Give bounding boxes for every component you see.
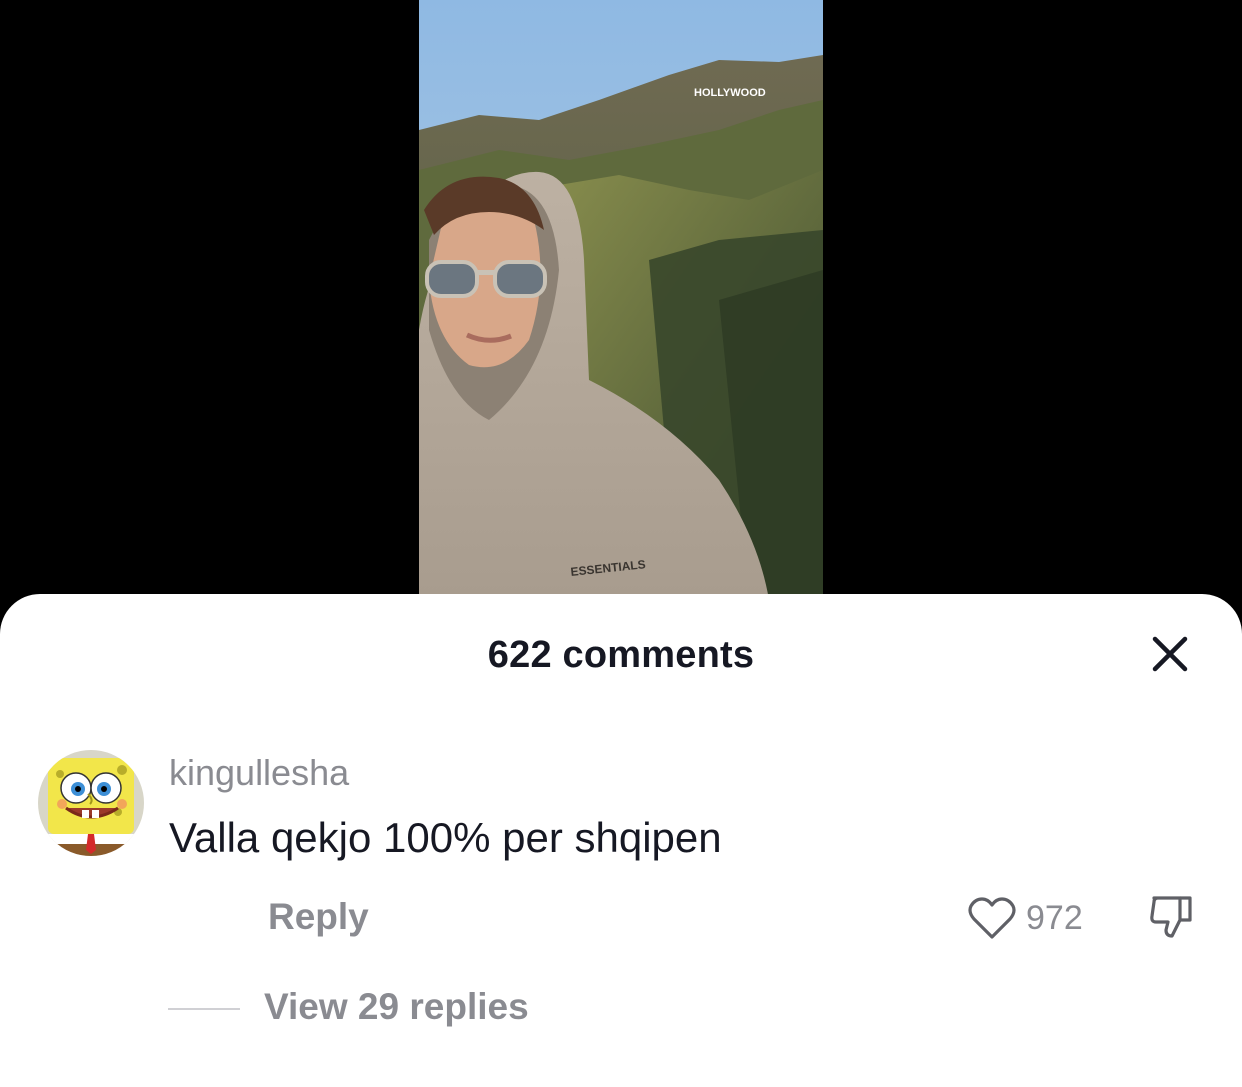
reply-button[interactable]: Reply — [268, 896, 369, 938]
comments-header: 622 comments — [0, 594, 1242, 716]
comments-count-title: 622 comments — [487, 634, 755, 676]
dislike-button[interactable] — [1146, 892, 1196, 942]
replies-divider — [168, 1008, 240, 1010]
close-button[interactable] — [1140, 630, 1200, 678]
video-frame[interactable]: HOLLYWOOD ESSENTIALS — [419, 0, 823, 600]
video-thumbnail: HOLLYWOOD ESSENTIALS — [419, 0, 823, 600]
video-player[interactable]: HOLLYWOOD ESSENTIALS — [0, 0, 1242, 600]
close-icon — [1152, 636, 1188, 672]
comment-item: kingullesha Valla qekjo 100% per shqipen… — [0, 744, 1242, 1044]
comments-sheet: 622 comments kingullesha Valla qekjo 100… — [0, 594, 1242, 1087]
heart-icon — [968, 897, 1016, 939]
avatar[interactable] — [38, 750, 144, 856]
like-count: 972 — [1026, 898, 1083, 937]
thumbs-down-icon — [1150, 896, 1192, 938]
view-replies-button[interactable]: View 29 replies — [264, 986, 529, 1028]
comment-text: Valla qekjo 100% per shqipen — [169, 814, 722, 861]
comment-username[interactable]: kingullesha — [169, 752, 349, 794]
hollywood-sign: HOLLYWOOD — [694, 87, 766, 99]
spongebob-avatar-icon — [38, 750, 144, 856]
like-button[interactable]: 972 — [968, 892, 1083, 944]
